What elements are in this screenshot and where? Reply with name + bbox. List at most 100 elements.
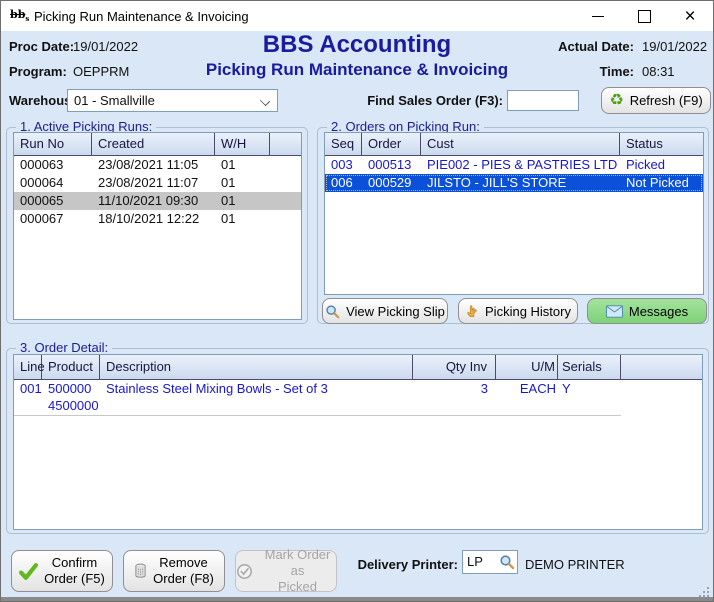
column-header-filler	[621, 355, 702, 379]
resize-grip[interactable]	[698, 586, 711, 599]
picking-history-label: Picking History	[485, 304, 571, 319]
orders-header: Seq Order Cust Status	[325, 133, 703, 156]
cell-order: 000529	[362, 174, 421, 192]
cell-created: 11/10/2021 09:30	[92, 192, 215, 210]
picking-history-button[interactable]: Picking History	[458, 298, 578, 324]
column-header-created[interactable]: Created	[92, 133, 215, 155]
table-row[interactable]: 003000513PIE002 - PIES & PASTRIES LTDPic…	[325, 156, 703, 174]
app-window: bbs Picking Run Maintenance & Invoicing …	[0, 0, 714, 602]
order-detail-body: 0015000004500000Stainless Steel Mixing B…	[14, 380, 702, 416]
table-row[interactable]: 00006511/10/2021 09:3001	[14, 192, 301, 210]
cell-um: EACH	[496, 380, 558, 416]
messages-button[interactable]: Messages	[587, 298, 707, 324]
find-sales-order-input[interactable]	[507, 90, 579, 111]
cell-run-no: 000064	[14, 174, 92, 192]
cell-seq: 006	[325, 174, 362, 192]
cell-seq: 003	[325, 156, 362, 174]
circle-check-icon	[236, 563, 253, 580]
minimize-icon	[592, 16, 604, 17]
cell-blank	[270, 156, 301, 174]
column-header-seq[interactable]: Seq	[325, 133, 362, 155]
maximize-icon	[638, 10, 651, 23]
column-header-run-no[interactable]: Run No	[14, 133, 92, 155]
warehouse-select[interactable]: 01 - Smallville	[67, 89, 278, 112]
messages-label: Messages	[629, 304, 688, 319]
cell-wh: 01	[215, 174, 270, 192]
proc-date-label: Proc Date:	[9, 39, 74, 54]
delivery-printer-input[interactable]: LP	[462, 550, 518, 574]
minimize-button[interactable]	[581, 1, 615, 31]
time-label: Time:	[524, 64, 634, 79]
orders-table: Seq Order Cust Status 003000513PIE002 - …	[324, 132, 704, 295]
table-row[interactable]: 00006718/10/2021 12:2201	[14, 210, 301, 228]
window-title: Picking Run Maintenance & Invoicing	[34, 9, 249, 24]
remove-order-label-line2: Order (F8)	[153, 571, 214, 586]
page-title: BBS Accounting	[263, 31, 451, 59]
close-button[interactable]: ×	[673, 1, 707, 31]
envelope-icon	[606, 305, 623, 318]
order-detail-table: Line Product Description Qty Inv U/M Ser…	[13, 354, 703, 530]
mark-order-as-picked-button[interactable]: Mark Order asPicked	[235, 550, 337, 592]
cell-wh: 01	[215, 156, 270, 174]
cell-serials: Y	[558, 380, 621, 416]
column-header-serials[interactable]: Serials	[558, 355, 621, 379]
refresh-button-label: Refresh (F9)	[630, 93, 703, 108]
picking-runs-body: 00006323/08/2021 11:050100006423/08/2021…	[14, 156, 301, 228]
cell-line: 001	[14, 380, 42, 416]
column-header-blank	[270, 133, 301, 155]
cell-wh: 01	[215, 192, 270, 210]
remove-order-button[interactable]: RemoveOrder (F8)	[123, 550, 225, 592]
order-detail-header: Line Product Description Qty Inv U/M Ser…	[14, 355, 702, 380]
column-header-cust[interactable]: Cust	[421, 133, 620, 155]
program-value: OEPPRM	[73, 64, 129, 79]
cell-status: Not Picked	[620, 174, 703, 192]
confirm-order-button[interactable]: ConfirmOrder (F5)	[11, 550, 113, 592]
cell-wh: 01	[215, 210, 270, 228]
column-header-qty-inv[interactable]: Qty Inv	[413, 355, 496, 379]
column-header-wh[interactable]: W/H	[215, 133, 270, 155]
actual-date-label: Actual Date:	[524, 39, 634, 54]
trash-bin-icon	[134, 563, 147, 579]
program-label: Program:	[9, 64, 67, 79]
cell-product: 5000004500000	[42, 380, 100, 416]
column-header-status[interactable]: Status	[620, 133, 703, 155]
mark-picked-label-line2: Picked	[278, 579, 317, 594]
confirm-order-label-line2: Order (F5)	[44, 571, 105, 586]
product-line: 4500000	[48, 397, 100, 414]
delivery-printer-value: LP	[467, 554, 483, 569]
proc-date-value: 19/01/2022	[73, 39, 138, 54]
table-row[interactable]: 00006323/08/2021 11:0501	[14, 156, 301, 174]
column-header-description[interactable]: Description	[100, 355, 413, 379]
product-line: 500000	[48, 380, 100, 397]
cell-status: Picked	[620, 156, 703, 174]
find-sales-order-label: Find Sales Order (F3):	[361, 93, 503, 108]
table-row[interactable]: 006000529JILSTO - JILL'S STORENot Picked	[325, 174, 703, 192]
cell-created: 18/10/2021 12:22	[92, 210, 215, 228]
page-subtitle: Picking Run Maintenance & Invoicing	[206, 60, 508, 80]
picking-runs-table: Run No Created W/H 00006323/08/2021 11:0…	[13, 132, 302, 320]
cell-cust: PIE002 - PIES & PASTRIES LTD	[421, 156, 620, 174]
column-header-line[interactable]: Line	[14, 355, 42, 379]
cell-created: 23/08/2021 11:07	[92, 174, 215, 192]
actual-date-value: 19/01/2022	[642, 39, 707, 54]
view-picking-slip-button[interactable]: View Picking Slip	[322, 298, 448, 324]
cell-created: 23/08/2021 11:05	[92, 156, 215, 174]
column-header-order[interactable]: Order	[362, 133, 421, 155]
remove-order-label-line1: Remove	[159, 555, 207, 570]
magnifier-icon[interactable]	[499, 554, 515, 570]
cell-order: 000513	[362, 156, 421, 174]
cell-qty-inv: 3	[413, 380, 496, 416]
cell-filler	[621, 380, 702, 416]
refresh-button[interactable]: ♻ Refresh (F9)	[601, 87, 711, 114]
title-bar[interactable]: bbs Picking Run Maintenance & Invoicing …	[1, 1, 713, 31]
hand-icon	[465, 304, 479, 319]
maximize-button[interactable]	[627, 1, 661, 31]
column-header-um[interactable]: U/M	[496, 355, 558, 379]
orders-group: 2. Orders on Picking Run: Seq Order Cust…	[317, 127, 709, 324]
table-row[interactable]: 0015000004500000Stainless Steel Mixing B…	[14, 380, 702, 416]
column-header-product[interactable]: Product	[42, 355, 100, 379]
cell-blank	[270, 192, 301, 210]
table-row[interactable]: 00006423/08/2021 11:0701	[14, 174, 301, 192]
confirm-order-label-line1: Confirm	[52, 555, 98, 570]
cell-run-no: 000065	[14, 192, 92, 210]
